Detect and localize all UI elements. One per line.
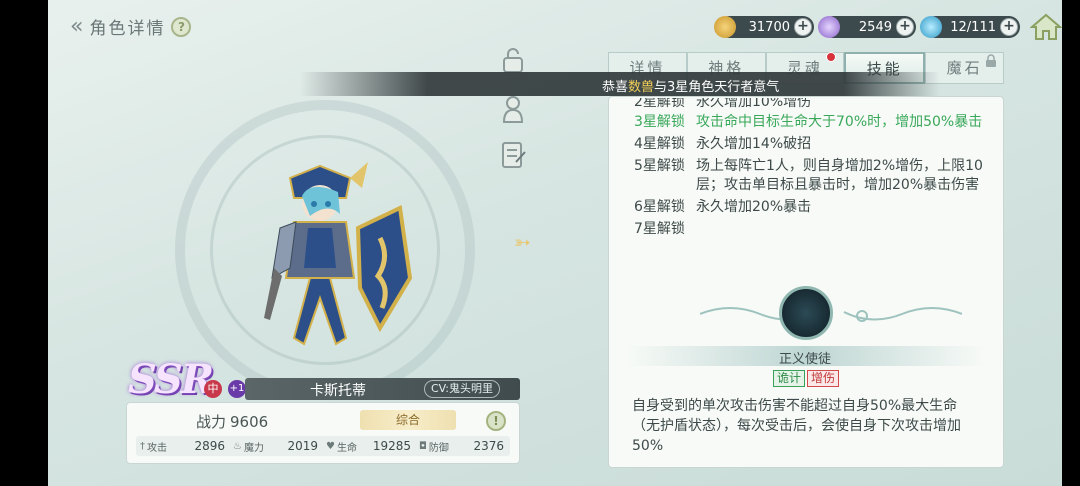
crystal-icon — [818, 16, 840, 38]
tab-lock-icon — [986, 54, 996, 67]
gold-coin-icon — [714, 16, 736, 38]
currency-stamina: 12/111 + — [920, 16, 1020, 38]
help-icon[interactable]: ? — [171, 16, 192, 37]
currency-gold: 31700 + — [714, 16, 814, 38]
skill-icon[interactable] — [779, 286, 833, 340]
character-name: 卡斯托蒂 — [310, 383, 366, 399]
notification-dot — [826, 52, 836, 62]
stat-magic: ♨ 魔力 2019 — [233, 439, 318, 454]
unlock-row-2star: 2星解锁 永久增加10%增伤 — [634, 98, 812, 110]
stats-row: † 攻击 2896 ♨ 魔力 2019 ♥ 生命 19285 ◘ 防御 2376 — [136, 436, 510, 456]
power-display: 战力 9606 — [196, 411, 268, 432]
star-unlock-list: 2星解锁 永久增加10%增伤 3星解锁 攻击命中目标生命大于70%时，增加50%暴击… — [634, 98, 994, 242]
unlock-row-3star: 3星解锁 攻击命中目标生命大于70%时，增加50%暴击 — [634, 114, 983, 130]
home-icon[interactable] — [1030, 12, 1062, 42]
next-arrow-icon[interactable]: ➳ — [514, 230, 531, 254]
unlock-row-5star: 5星解锁 场上每阵亡1人，则自身增加2%增伤，上限10层；攻击单目标且暴击时，增加… — [634, 158, 983, 193]
unlock-row-4star: 4星解锁 永久增加14%破招 — [634, 136, 812, 152]
back-arrow-icon: « — [70, 14, 84, 39]
heart-icon: ♥ — [326, 440, 335, 452]
skill-tag-damage: 增伤 — [807, 370, 840, 387]
screen-edge-right — [1062, 0, 1080, 486]
announcement-text: 恭喜数兽与3星角色天行者意气 — [602, 80, 780, 95]
stamina-value: 12/111 — [950, 19, 996, 35]
gold-add-button[interactable]: + — [794, 18, 812, 36]
announcement-highlight: 数兽 — [628, 80, 655, 95]
crystal-add-button[interactable]: + — [896, 18, 914, 36]
stat-attack: † 攻击 2896 — [140, 439, 225, 454]
gold-value: 31700 — [748, 19, 790, 35]
unlock-row-6star: 6星解锁 永久增加20%暴击 — [634, 199, 812, 215]
sword-icon: † — [140, 440, 145, 452]
unlock-row-7star: 7星解锁 — [634, 221, 685, 237]
shield-icon: ◘ — [419, 440, 427, 452]
stat-hp: ♥ 生命 19285 — [326, 439, 411, 454]
power-label: 战力 — [196, 413, 227, 431]
overall-button[interactable]: 综合 — [360, 410, 456, 430]
character-sprite[interactable] — [250, 158, 420, 358]
screen-edge-left — [0, 0, 48, 486]
ornament-right-icon — [843, 307, 962, 322]
cv-label[interactable]: CV:鬼头明里 — [424, 380, 501, 398]
costume-icon[interactable] — [500, 94, 526, 124]
info-icon[interactable]: ! — [486, 411, 506, 431]
rarity-badge: SSR — [128, 356, 214, 403]
skill-name: 正义使徒 — [778, 352, 831, 367]
skill-tag-trick: 诡计 — [773, 370, 806, 387]
crystal-value: 2549 — [858, 19, 892, 35]
power-value: 9606 — [230, 413, 269, 431]
flame-icon: ♨ — [233, 440, 242, 452]
stamina-add-button[interactable]: + — [1000, 18, 1018, 36]
position-tag: 中 — [204, 380, 222, 398]
skill-description: 自身受到的单次攻击伤害不能超过自身50%最大生命（无护盾状态），每次受击后，会使… — [632, 398, 961, 454]
plus-tag: +1 — [228, 380, 246, 398]
currency-crystal: 2549 + — [818, 16, 916, 38]
stat-defense: ◘ 防御 2376 — [419, 439, 504, 454]
page-title: 角色详情 — [89, 19, 166, 39]
back-button[interactable]: « 角色详情 ? — [70, 14, 192, 39]
notes-icon[interactable] — [500, 140, 526, 170]
stamina-icon — [920, 16, 942, 38]
